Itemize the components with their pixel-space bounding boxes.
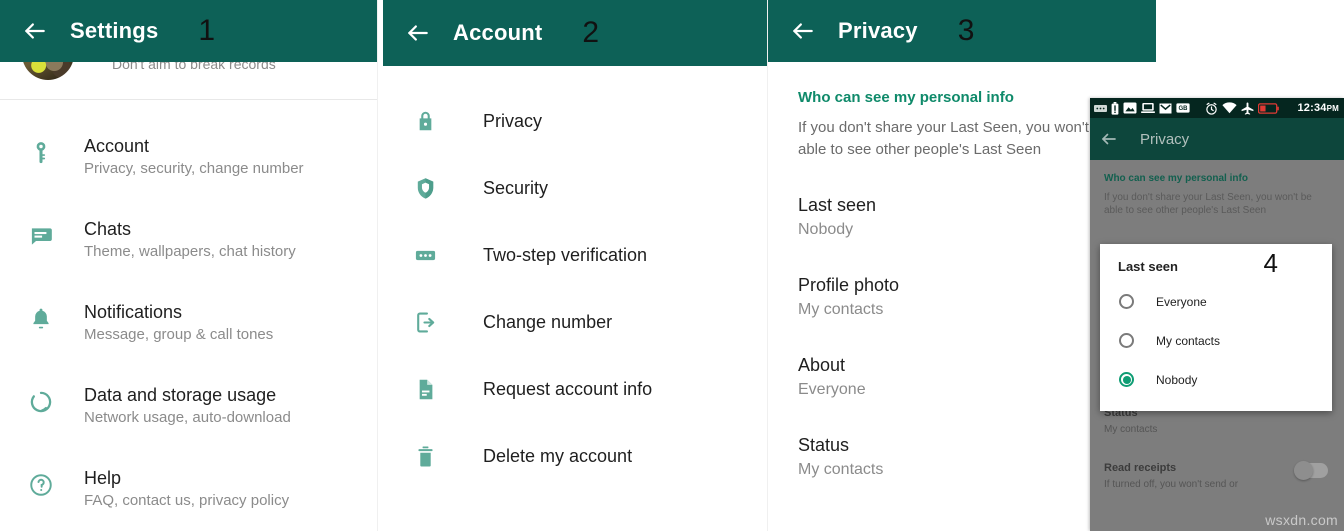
arrow-left-icon[interactable] xyxy=(790,18,816,44)
sidebar-item-chats[interactable]: Chats Theme, wallpapers, chat history xyxy=(0,205,378,288)
step-number-4: 4 xyxy=(1263,248,1278,278)
two-step-icon xyxy=(411,242,439,270)
battery-icon xyxy=(1111,101,1119,115)
profile-subtitle: Don't aim to break records xyxy=(112,62,276,72)
bell-icon xyxy=(26,304,56,334)
account-item-request-info[interactable]: Request account info xyxy=(383,356,768,423)
settings-appbar: Settings 1 xyxy=(0,0,378,62)
screenshot-stage: Settings 1 Don't aim to break records Ac… xyxy=(0,0,1344,531)
privacy-item-description: If turned off, you won't send or xyxy=(1104,479,1239,490)
computer-icon xyxy=(1141,103,1155,113)
sidebar-item-title: Chats xyxy=(84,219,132,239)
trash-icon xyxy=(411,443,439,471)
radio-button[interactable] xyxy=(1119,294,1134,309)
gmail-icon xyxy=(1159,103,1172,113)
sidebar-item-subtitle: Message, group & call tones xyxy=(84,326,274,343)
svg-text:GB: GB xyxy=(1179,106,1189,112)
document-icon xyxy=(411,376,439,404)
account-item-label: Delete my account xyxy=(483,446,633,466)
watermark: wsxdn.com xyxy=(1265,512,1338,528)
sidebar-item-data-storage[interactable]: Data and storage usage Network usage, au… xyxy=(0,371,378,454)
data-usage-icon xyxy=(26,387,56,417)
radio-option-label: Nobody xyxy=(1156,372,1198,387)
sidebar-item-title: Notifications xyxy=(84,302,183,322)
avatar[interactable] xyxy=(22,62,74,80)
chat-icon xyxy=(26,221,56,251)
sidebar-item-subtitle: FAQ, contact us, privacy policy xyxy=(84,492,290,509)
account-item-label: Request account info xyxy=(483,379,653,399)
phone-privacy-appbar: Privacy xyxy=(1090,118,1344,160)
sidebar-item-subtitle: Theme, wallpapers, chat history xyxy=(84,243,296,260)
panel-settings: Settings 1 Don't aim to break records Ac… xyxy=(0,0,378,531)
sidebar-item-title: Data and storage usage xyxy=(84,385,277,405)
step-number-2: 2 xyxy=(582,16,600,49)
sidebar-item-title: Help xyxy=(84,468,122,488)
step-number-3: 3 xyxy=(957,14,975,47)
read-receipts-toggle[interactable] xyxy=(1294,461,1328,480)
sidebar-item-subtitle: Privacy, security, change number xyxy=(84,160,304,177)
sidebar-item-subtitle: Network usage, auto-download xyxy=(84,409,291,426)
more-icon xyxy=(1094,104,1107,112)
account-appbar: Account 2 xyxy=(383,0,768,66)
airplane-mode-icon xyxy=(1241,102,1254,115)
privacy-appbar: Privacy 3 xyxy=(768,0,1156,62)
profile-strip[interactable]: Don't aim to break records xyxy=(0,62,378,100)
shield-icon xyxy=(411,175,439,203)
account-item-privacy[interactable]: Privacy xyxy=(383,88,768,155)
radio-option-label: Everyone xyxy=(1156,294,1207,309)
privacy-section-description: If you don't share your Last Seen, you w… xyxy=(798,119,1110,158)
gb-keyboard-icon: GB xyxy=(1176,103,1190,113)
radio-option-everyone[interactable]: Everyone xyxy=(1100,282,1332,321)
privacy-section-description: If you don't share your Last Seen, you w… xyxy=(1104,192,1312,216)
radio-option-label: My contacts xyxy=(1156,333,1221,348)
panel-account: Account 2 Privacy Security Two-step veri… xyxy=(383,0,768,531)
radio-button-selected[interactable] xyxy=(1119,372,1134,387)
screenshot-icon xyxy=(1123,102,1137,114)
account-item-label: Two-step verification xyxy=(483,245,648,265)
alarm-icon xyxy=(1206,102,1217,115)
sidebar-item-help[interactable]: Help FAQ, contact us, privacy policy xyxy=(0,454,378,531)
lock-icon xyxy=(411,108,439,136)
account-item-label: Privacy xyxy=(483,111,543,131)
privacy-section-header: Who can see my personal info xyxy=(1104,173,1248,184)
account-item-label: Change number xyxy=(483,312,613,332)
radio-option-nobody[interactable]: Nobody xyxy=(1100,360,1332,399)
page-title: Settings xyxy=(70,18,159,43)
arrow-left-icon[interactable] xyxy=(22,18,48,44)
dialog-title: Last seen xyxy=(1118,259,1178,274)
dimmed-backdrop[interactable]: Who can see my personal info If you don'… xyxy=(1090,160,1344,217)
privacy-item-read-receipts[interactable]: Read receipts If turned off, you won't s… xyxy=(1104,461,1344,491)
sidebar-item-account[interactable]: Account Privacy, security, change number xyxy=(0,122,378,205)
status-bar: GB 12:34PM xyxy=(1090,98,1344,118)
account-item-delete-account[interactable]: Delete my account xyxy=(383,423,768,490)
sidebar-item-notifications[interactable]: Notifications Message, group & call tone… xyxy=(0,288,378,371)
key-icon xyxy=(26,138,56,168)
last-seen-dialog: Last seen 4 Everyone My contacts Nobody xyxy=(1100,244,1332,411)
arrow-left-icon[interactable] xyxy=(405,20,431,46)
help-icon xyxy=(26,470,56,500)
panel-divider xyxy=(377,0,378,531)
account-item-label: Security xyxy=(483,178,549,198)
change-number-icon xyxy=(411,309,439,337)
panel-phone-overlay: GB 12:34PM Privacy Who can see my person… xyxy=(1090,98,1344,531)
radio-button[interactable] xyxy=(1119,333,1134,348)
account-item-change-number[interactable]: Change number xyxy=(383,289,768,356)
step-number-1: 1 xyxy=(198,14,216,47)
page-title: Account xyxy=(453,20,543,45)
wifi-icon xyxy=(1222,102,1237,114)
account-item-security[interactable]: Security xyxy=(383,155,768,222)
privacy-item-value: My contacts xyxy=(1104,424,1158,435)
radio-option-my-contacts[interactable]: My contacts xyxy=(1100,321,1332,360)
page-title: Privacy xyxy=(838,18,918,43)
page-title: Privacy xyxy=(1140,130,1190,148)
status-bar-time: 12:34PM xyxy=(1297,102,1339,114)
battery-low-icon xyxy=(1258,102,1279,114)
account-item-two-step[interactable]: Two-step verification xyxy=(383,222,768,289)
arrow-left-icon[interactable] xyxy=(1100,130,1118,148)
sidebar-item-title: Account xyxy=(84,136,150,156)
